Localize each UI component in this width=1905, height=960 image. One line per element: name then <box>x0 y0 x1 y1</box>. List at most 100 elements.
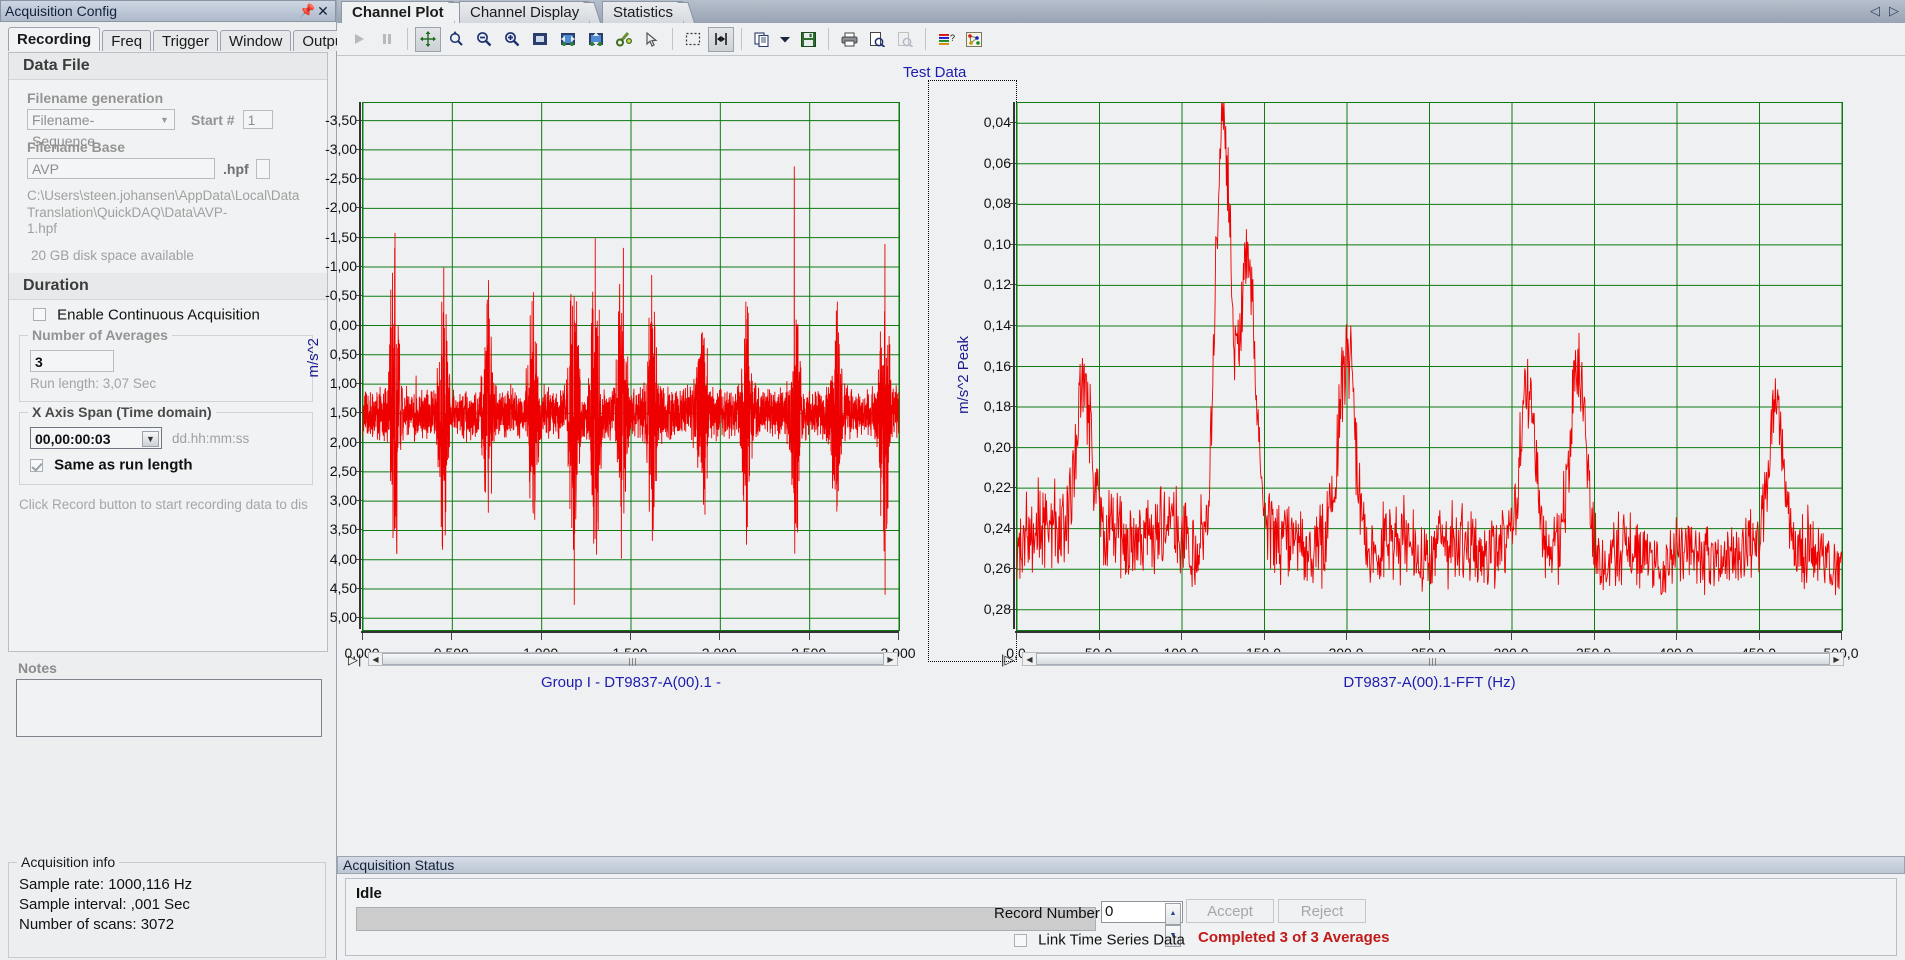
stepper-up-icon[interactable]: ▲ <box>1165 903 1181 925</box>
plot-settings-icon[interactable] <box>611 27 637 52</box>
record-number-stepper[interactable]: 0 ▲ ▼ <box>1101 901 1183 947</box>
left-plot-caption: Group I - DT9837-A(00).1 - <box>540 674 722 691</box>
print-icon[interactable] <box>836 27 862 52</box>
acquisition-status-dock: Acquisition Status Idle Record Number 0 … <box>337 856 1905 960</box>
same-as-run-length-checkbox[interactable] <box>30 458 43 472</box>
start-number-input[interactable]: 1 <box>242 110 273 129</box>
number-of-averages-input[interactable]: 3 <box>30 350 114 373</box>
nav-right-icon[interactable]: ▷ <box>1889 3 1899 19</box>
copy-icon[interactable] <box>749 27 775 52</box>
number-of-averages-legend: Number of Averages <box>28 327 172 344</box>
scroll-right-icon[interactable]: ▶ <box>884 653 897 665</box>
enable-continuous-checkbox[interactable] <box>33 308 46 322</box>
tab-channel-plot[interactable]: Channel Plot <box>341 1 467 25</box>
pin-icon[interactable]: 📌 <box>299 3 315 19</box>
scroll-thumb[interactable]: ||| <box>1036 653 1830 666</box>
x-axis-span-select[interactable]: 00,00:00:03 ▼ <box>30 427 162 450</box>
x-axis-line <box>361 631 899 633</box>
filename-browse-button[interactable] <box>255 158 270 179</box>
link-time-series-row[interactable]: Link Time Series Data <box>1014 931 1185 949</box>
notes-label: Notes <box>18 660 57 676</box>
tab-trigger[interactable]: Trigger <box>153 30 218 51</box>
marquee-select-icon[interactable] <box>680 27 706 52</box>
zoom-in-icon[interactable] <box>499 27 525 52</box>
number-of-averages-group: Number of Averages 3 Run length: 3,07 Se… <box>19 327 313 403</box>
scroll-track[interactable]: ||| <box>1036 653 1830 666</box>
same-as-run-length-row[interactable]: Same as run length <box>30 456 302 474</box>
y-tick: 0,28 <box>983 600 1011 617</box>
x-tick-mark <box>1428 633 1430 640</box>
y-tick: 3,00 <box>329 492 357 509</box>
filename-generation-select[interactable]: Filename-Sequence ▼ <box>27 109 175 149</box>
panel-title-label: Acquisition Config <box>5 3 118 19</box>
pause-icon[interactable] <box>374 27 400 52</box>
toolbar-separator <box>407 28 408 50</box>
time-series-plot: m/s^2 5,00 4,50 4,00 3,50 3,00 2,50 2,00 1,50 1,… <box>305 56 967 696</box>
page-setup-icon[interactable] <box>892 27 918 52</box>
tab-nav-arrows: ◁ ▷ <box>1870 3 1899 19</box>
fit-to-window-icon[interactable] <box>527 27 553 52</box>
run-icon[interactable] <box>346 27 372 52</box>
scroll-right-icon[interactable]: ▶ <box>1830 653 1843 665</box>
enable-continuous-label: Enable Continuous Acquisition <box>57 306 260 324</box>
continuous-acquisition-row[interactable]: Enable Continuous Acquisition <box>9 300 327 326</box>
print-preview-icon[interactable] <box>864 27 890 52</box>
y-tick: 1,50 <box>329 404 357 421</box>
panel-titlebar: Acquisition Config 📌 ✕ <box>0 0 336 22</box>
x-axis-span-format: dd.hh:mm:ss <box>172 430 250 446</box>
acquisition-state-label: Idle <box>356 885 382 902</box>
right-plot-hscrollbar[interactable]: ◀ ||| ▶ <box>1022 652 1844 666</box>
pan-tool-icon[interactable] <box>415 26 441 52</box>
stepper-arrows[interactable]: ▲ ▼ <box>1165 903 1181 947</box>
y-tick: 0,20 <box>983 438 1011 455</box>
right-plot-caption: DT9837-A(00).1-FFT (Hz) <box>1343 674 1516 691</box>
left-plot-hscrollbar[interactable]: ◀ ||| ▶ <box>368 652 898 666</box>
tab-channel-display[interactable]: Channel Display <box>459 1 602 25</box>
link-time-series-checkbox[interactable] <box>1014 933 1027 947</box>
tab-recording[interactable]: Recording <box>8 27 101 51</box>
scroll-grip: ||| <box>628 657 638 666</box>
legend-icon[interactable]: ? <box>933 27 959 52</box>
view-tab-strip: Channel Plot Channel Display Statistics … <box>337 0 1905 25</box>
tab-channel-display-label: Channel Display <box>470 4 580 21</box>
x-tick-mark <box>362 633 363 640</box>
chevron-down-icon[interactable]: ▼ <box>142 431 159 448</box>
reject-button[interactable]: Reject <box>1278 899 1366 923</box>
accept-button[interactable]: Accept <box>1186 899 1274 923</box>
save-icon[interactable] <box>795 27 821 52</box>
record-number-label: Record Number <box>994 905 1100 922</box>
left-plot-canvas[interactable] <box>362 102 900 631</box>
chevron-down-icon: ▼ <box>160 114 169 125</box>
cursor-pair-icon[interactable] <box>708 26 734 52</box>
x-tick-mark <box>1511 633 1512 640</box>
y-tick: 0,06 <box>983 154 1011 171</box>
filename-base-input[interactable]: AVP <box>27 158 215 179</box>
zoom-out-icon[interactable] <box>471 27 497 52</box>
x-tick-mark <box>1346 633 1347 640</box>
select-cursor-icon[interactable] <box>639 27 665 52</box>
left-plot-scroll-marker-icon: ▷| <box>348 652 362 667</box>
tab-freq[interactable]: Freq <box>102 30 152 51</box>
tab-window[interactable]: Window <box>220 30 292 51</box>
zoom-reset-icon[interactable] <box>443 27 469 52</box>
scroll-thumb[interactable]: ||| <box>382 653 884 666</box>
autoscale-y-icon[interactable] <box>583 27 609 52</box>
file-extension-label: .hpf <box>223 160 249 177</box>
tab-statistics[interactable]: Statistics <box>602 1 696 25</box>
notes-input[interactable] <box>16 679 322 737</box>
x-axis-span-value: 00,00:00:03 <box>35 431 111 448</box>
y-tick: 2,50 <box>329 462 357 479</box>
scroll-left-icon[interactable]: ◀ <box>1023 653 1036 665</box>
nav-left-icon[interactable]: ◁ <box>1870 3 1880 19</box>
recording-tab-body: Data File Filename generation Filename-S… <box>8 52 328 652</box>
x-tick-mark <box>1181 633 1182 640</box>
tab-edge <box>677 2 696 25</box>
autoscale-x-icon[interactable] <box>555 27 581 52</box>
right-plot-canvas[interactable] <box>1016 102 1843 631</box>
channel-map-icon[interactable] <box>961 27 987 52</box>
close-icon[interactable]: ✕ <box>315 3 331 20</box>
copy-dropdown-icon[interactable] <box>777 27 793 52</box>
scroll-left-icon[interactable]: ◀ <box>369 653 382 665</box>
scroll-track[interactable]: ||| <box>382 653 884 666</box>
run-length-label: Run length: 3,07 Sec <box>30 376 157 392</box>
